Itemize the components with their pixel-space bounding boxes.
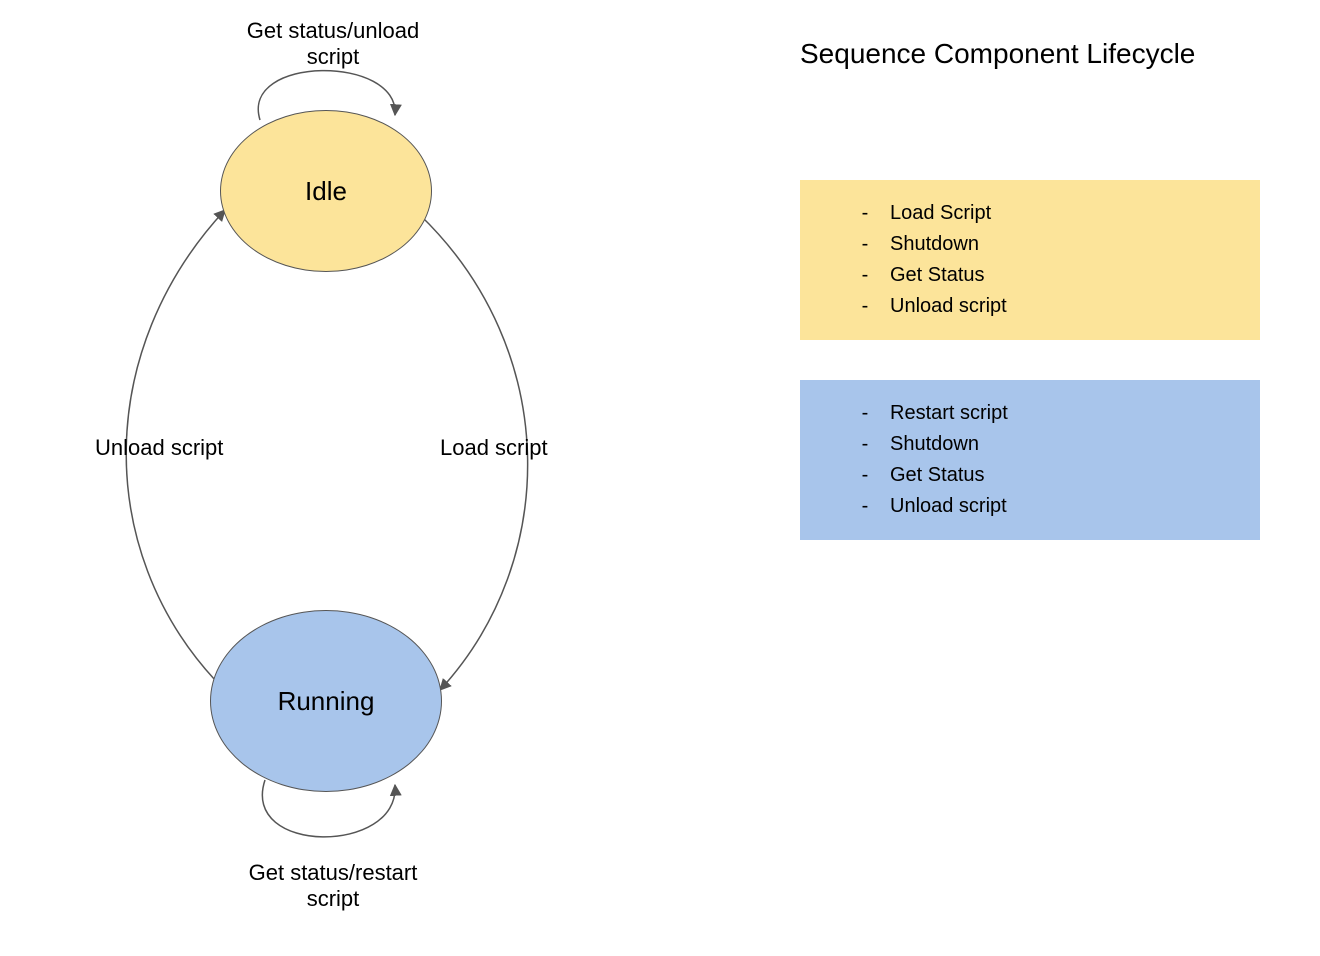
state-idle-label: Idle — [305, 176, 347, 207]
diagram-canvas: Idle Running Get status/unload script Ge… — [0, 0, 1320, 956]
legend-item: Restart script — [840, 398, 1252, 429]
legend-idle: Load ScriptShutdownGet StatusUnload scri… — [800, 180, 1260, 340]
legend-item: Get Status — [840, 260, 1252, 291]
legend-item: Shutdown — [840, 429, 1252, 460]
state-running: Running — [210, 610, 442, 792]
label-running-self: Get status/restart script — [218, 860, 448, 912]
legend-idle-list: Load ScriptShutdownGet StatusUnload scri… — [840, 198, 1252, 322]
legend-running: Restart scriptShutdownGet StatusUnload s… — [800, 380, 1260, 540]
label-idle-self: Get status/unload script — [218, 18, 448, 70]
legend-item: Shutdown — [840, 229, 1252, 260]
legend-item: Get Status — [840, 460, 1252, 491]
legend-item: Unload script — [840, 291, 1252, 322]
label-unload-script: Unload script — [95, 435, 223, 461]
state-idle: Idle — [220, 110, 432, 272]
diagram-title: Sequence Component Lifecycle — [800, 38, 1195, 70]
state-running-label: Running — [278, 686, 375, 717]
legend-item: Load Script — [840, 198, 1252, 229]
legend-running-list: Restart scriptShutdownGet StatusUnload s… — [840, 398, 1252, 522]
label-load-script: Load script — [440, 435, 548, 461]
legend-item: Unload script — [840, 491, 1252, 522]
